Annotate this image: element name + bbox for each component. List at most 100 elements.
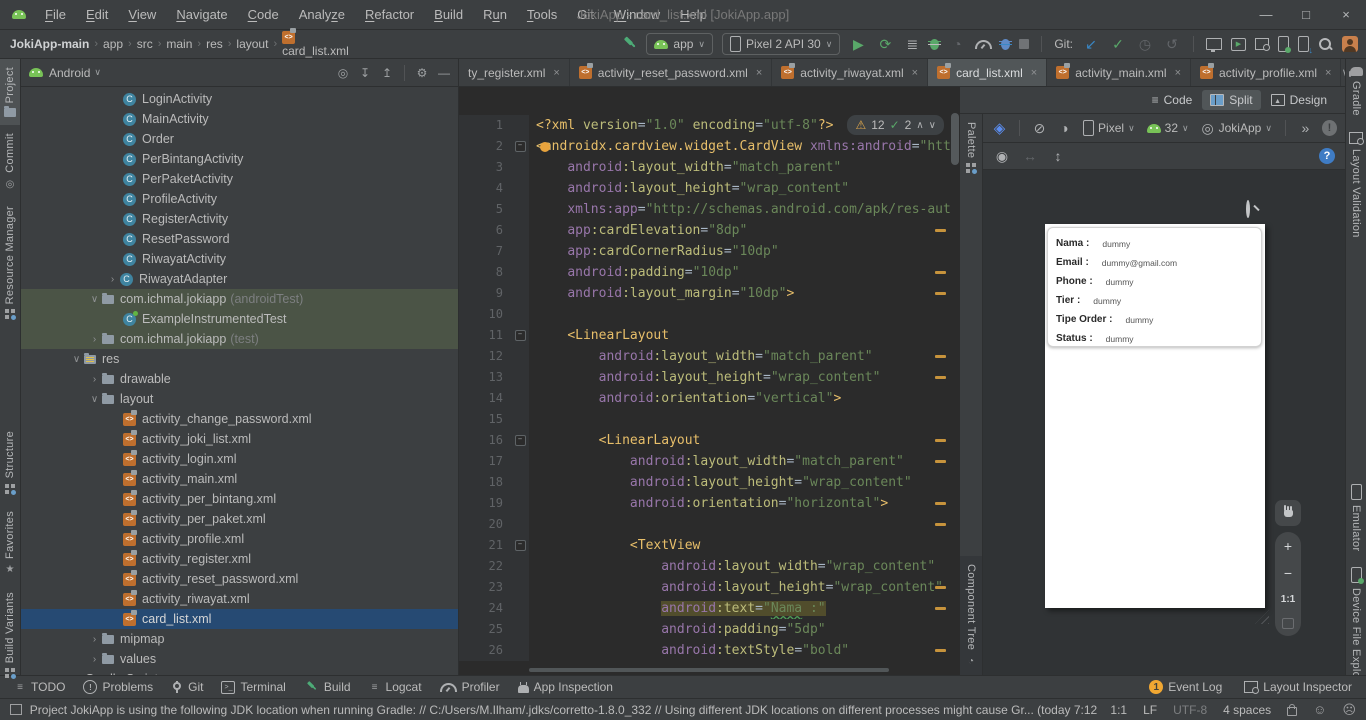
tree-item-layout[interactable]: ∨ layout	[21, 389, 458, 409]
chevron-collapsed-icon[interactable]: ›	[87, 334, 102, 345]
tree-item-order[interactable]: C Order	[21, 129, 458, 149]
build-hammer-icon[interactable]	[622, 37, 637, 52]
code-text[interactable]: app:cardCornerRadius="10dp"	[529, 241, 960, 262]
editor-horizontal-scrollbar[interactable]	[529, 668, 889, 672]
code-text[interactable]: app:cardElevation="8dp"	[529, 220, 960, 241]
code-line-26[interactable]: 26 android:textStyle="bold"	[459, 640, 960, 661]
code-line-3[interactable]: 3 android:layout_width="match_parent"	[459, 157, 960, 178]
code-text[interactable]: <TextView	[529, 535, 960, 556]
tree-item-activity-per-bintang-xml[interactable]: <> activity_per_bintang.xml	[21, 489, 458, 509]
prev-issue-icon[interactable]: ∧	[916, 120, 923, 131]
code-text[interactable]: android:layout_width="wrap_content"	[529, 556, 960, 577]
breadcrumb-main[interactable]: main	[164, 37, 194, 51]
tab-component-tree[interactable]: Component Tree ◔	[960, 555, 982, 675]
code-text[interactable]: android:layout_margin="10dp">	[529, 283, 960, 304]
code-text[interactable]: android:layout_width="match_parent"	[529, 157, 960, 178]
code-line-24[interactable]: 24 android:text="Nama :"	[459, 598, 960, 619]
tab-palette[interactable]: Palette	[965, 114, 977, 182]
editor-vertical-scrollbar[interactable]	[951, 113, 959, 165]
editor-tab-ty-register-xml[interactable]: ty_register.xml ×	[459, 59, 570, 86]
breadcrumb-app[interactable]: app	[101, 37, 125, 51]
tree-item-activity-joki-list-xml[interactable]: <> activity_joki_list.xml	[21, 429, 458, 449]
close-tab-icon[interactable]: ×	[912, 67, 918, 79]
editor-tab-activity-main-xml[interactable]: <> activity_main.xml ×	[1047, 59, 1192, 86]
profile-debug-button[interactable]	[999, 38, 1013, 50]
git-commit-button[interactable]: ✓	[1109, 35, 1127, 53]
code-line-6[interactable]: 6 app:cardElevation="8dp"	[459, 220, 960, 241]
editor-tab-activity-reset-password-xml[interactable]: <> activity_reset_password.xml ×	[570, 59, 773, 86]
code-text[interactable]: android:orientation="vertical">	[529, 388, 960, 409]
tree-item-perpaketactivity[interactable]: C PerPaketActivity	[21, 169, 458, 189]
preview-card[interactable]: Nama : dummy Email : dummy@gmail.com Phone :…	[1047, 227, 1262, 347]
tool-button-logcat[interactable]: ≡ Logcat	[369, 680, 422, 694]
night-mode-icon[interactable]: ◑	[1056, 119, 1073, 137]
code-line-13[interactable]: 13 android:layout_height="wrap_content"	[459, 367, 960, 388]
tree-item-loginactivity[interactable]: C LoginActivity	[21, 89, 458, 109]
code-text[interactable]: android:layout_height="wrap_content"	[529, 577, 960, 598]
code-line-18[interactable]: 18 android:layout_height="wrap_content"	[459, 472, 960, 493]
code-line-4[interactable]: 4 android:layout_height="wrap_content"	[459, 178, 960, 199]
git-history-button[interactable]: ◷	[1136, 35, 1154, 53]
menu-navigate[interactable]: Navigate	[167, 3, 236, 26]
code-editor[interactable]: ⚠ 12 ✓ 2 ∧ ∨ 1 <?xml version="1.0" encodi…	[459, 87, 960, 675]
design-canvas[interactable]: Nama : dummy Email : dummy@gmail.com Phone :…	[983, 170, 1345, 675]
menu-code[interactable]: Code	[239, 3, 288, 26]
code-text[interactable]: android:text="Nama :"	[529, 598, 960, 619]
code-line-19[interactable]: 19 android:orientation="horizontal">	[459, 493, 960, 514]
chevron-collapsed-icon[interactable]: ›	[51, 674, 66, 676]
project-view-selector[interactable]: Android	[49, 66, 90, 80]
chevron-collapsed-icon[interactable]: ›	[87, 654, 102, 665]
close-tab-icon[interactable]: ×	[1031, 67, 1037, 79]
chevron-expanded-icon[interactable]: ∨	[87, 294, 102, 305]
chevron-collapsed-icon[interactable]: ›	[87, 634, 102, 645]
tree-item-com-ichmal-jokiapp[interactable]: ∨ com.ichmal.jokiapp (androidTest)	[21, 289, 458, 309]
chevron-collapsed-icon[interactable]: ›	[105, 274, 120, 285]
code-text[interactable]	[529, 304, 960, 325]
editor-tab-activity-riwayat-xml[interactable]: <> activity_riwayat.xml ×	[772, 59, 929, 86]
code-line-16[interactable]: 16− <LinearLayout	[459, 430, 960, 451]
code-text[interactable]: <androidx.cardview.widget.CardView xmlns…	[529, 136, 960, 157]
git-rollback-button[interactable]: ↺	[1163, 35, 1181, 53]
collapse-all-icon[interactable]: ↥	[379, 64, 395, 82]
overflow-icon[interactable]: »	[1297, 119, 1314, 137]
code-line-22[interactable]: 22 android:layout_width="wrap_content"	[459, 556, 960, 577]
code-text[interactable]: android:padding="10dp"	[529, 262, 960, 283]
code-line-12[interactable]: 12 android:layout_width="match_parent"	[459, 346, 960, 367]
profiler-button[interactable]	[975, 39, 993, 49]
code-text[interactable]	[529, 514, 960, 535]
pan-tool-button[interactable]	[1275, 500, 1301, 526]
code-line-14[interactable]: 14 android:orientation="vertical">	[459, 388, 960, 409]
tool-button-git[interactable]: Git	[171, 680, 203, 694]
breadcrumb-src[interactable]: src	[135, 37, 155, 51]
mode-button-design[interactable]: ▲ Design	[1263, 90, 1335, 110]
layout-inspector-button[interactable]: Layout Inspector	[1244, 680, 1352, 694]
inspections-widget[interactable]: ⚠ 12 ✓ 2 ∧ ∨	[847, 115, 944, 135]
design-surface-icon[interactable]: ◈	[991, 119, 1008, 137]
tree-item-card-list-xml[interactable]: <> card_list.xml	[21, 609, 458, 629]
caret-position[interactable]: 1:1	[1110, 703, 1127, 717]
debug-button[interactable]	[928, 38, 942, 50]
event-log-button[interactable]: 1 Event Log	[1149, 680, 1222, 694]
resize-handle[interactable]	[1255, 610, 1269, 624]
close-tab-icon[interactable]: ×	[1175, 67, 1181, 79]
tree-item-res[interactable]: ∨ res	[21, 349, 458, 369]
menu-edit[interactable]: Edit	[77, 3, 117, 26]
code-text[interactable]	[529, 409, 960, 430]
code-line-9[interactable]: 9 android:layout_margin="10dp">	[459, 283, 960, 304]
mode-button-split[interactable]: Split	[1202, 90, 1261, 110]
search-everywhere-icon[interactable]	[1318, 37, 1333, 52]
zoom-in-button[interactable]: +	[1284, 539, 1292, 553]
stop-button[interactable]	[1019, 39, 1030, 49]
code-line-25[interactable]: 25 android:padding="5dp"	[459, 619, 960, 640]
tree-item-activity-per-paket-xml[interactable]: <> activity_per_paket.xml	[21, 509, 458, 529]
next-issue-icon[interactable]: ∨	[929, 120, 936, 131]
code-line-8[interactable]: 8 android:padding="10dp"	[459, 262, 960, 283]
settings-gear-icon[interactable]: ⚙	[414, 64, 430, 82]
profile-avatar[interactable]	[1342, 36, 1358, 52]
chevron-collapsed-icon[interactable]: ›	[87, 374, 102, 385]
maximize-button[interactable]: □	[1286, 0, 1326, 29]
tool-strip-tab-emulator[interactable]: Emulator	[1350, 476, 1362, 559]
minimize-button[interactable]: —	[1246, 0, 1286, 29]
tool-button-app-inspection[interactable]: App Inspection	[517, 680, 613, 694]
encoding-indicator[interactable]: UTF-8	[1173, 703, 1207, 717]
